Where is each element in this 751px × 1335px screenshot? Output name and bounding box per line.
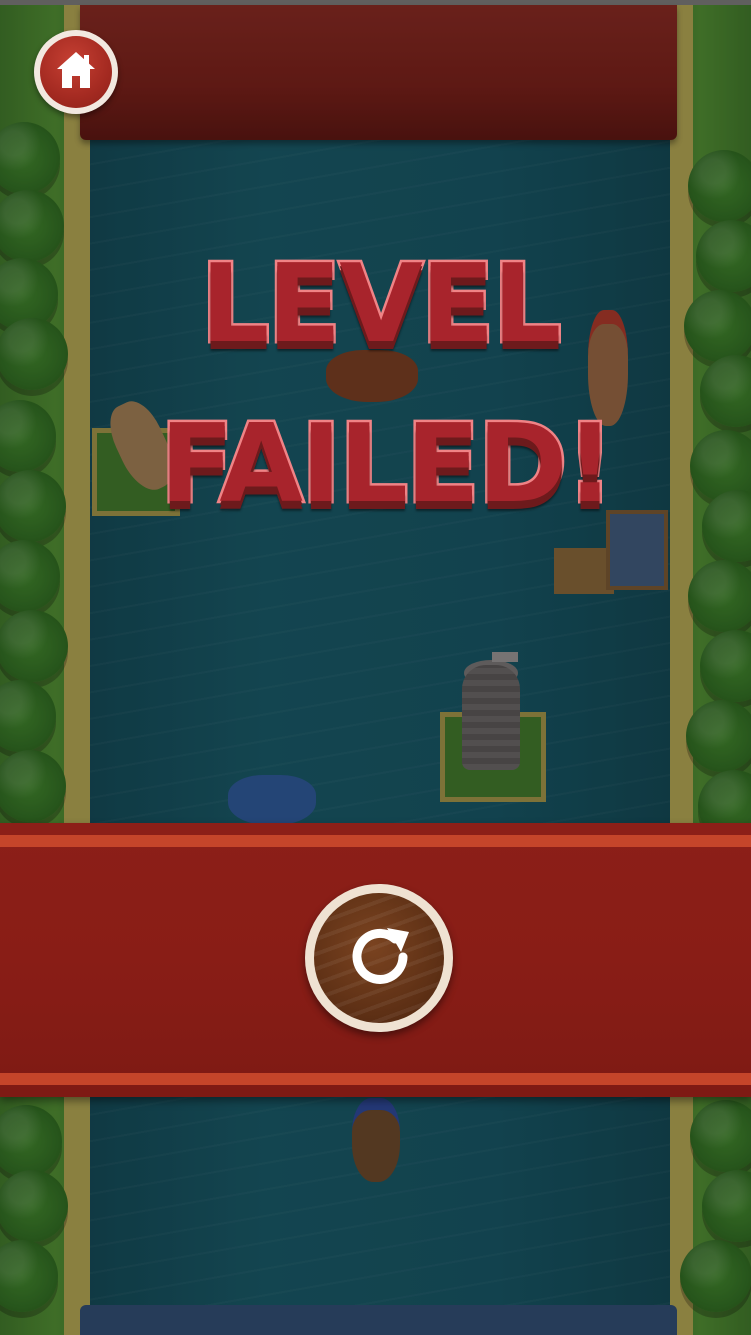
home-button[interactable] <box>34 30 118 114</box>
game-stage: LEVEL FAILED! <box>0 0 751 1335</box>
banner-stripe-top <box>0 835 751 847</box>
home-icon <box>57 52 95 88</box>
banner-stripe-bottom <box>0 1073 751 1085</box>
title-line-2: FAILED! <box>158 402 618 527</box>
level-failed-title: LEVEL FAILED! <box>158 242 618 555</box>
retry-button-face <box>314 893 444 1023</box>
home-button-face <box>40 36 112 108</box>
retry-button[interactable] <box>305 884 453 1032</box>
dim-overlay <box>0 0 751 1335</box>
retry-icon <box>352 928 409 984</box>
title-line-1: LEVEL <box>198 242 564 367</box>
